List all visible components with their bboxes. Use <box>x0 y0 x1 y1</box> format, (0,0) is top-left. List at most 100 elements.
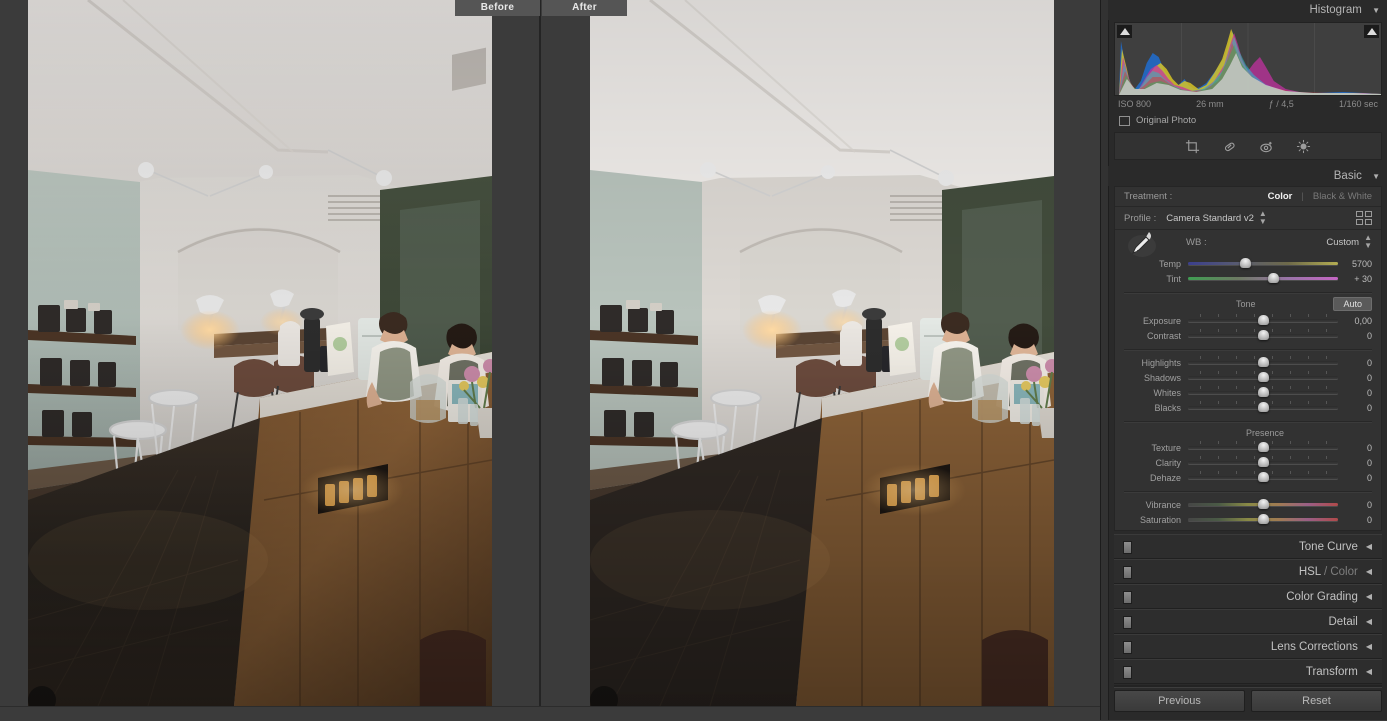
basic-panel: Treatment : Color | Black & White Profil… <box>1114 186 1382 531</box>
slider-clarity[interactable]: Clarity 0 <box>1115 455 1381 470</box>
slider-exposure[interactable]: Exposure 0,00 <box>1115 313 1381 328</box>
histogram-graph[interactable] <box>1114 22 1382 96</box>
slider-track[interactable] <box>1188 328 1338 343</box>
slider-label: Dehaze <box>1149 472 1181 483</box>
exif-aperture: ƒ / 4,5 <box>1268 99 1294 109</box>
panel-enable-switch[interactable] <box>1123 666 1132 679</box>
panel-tone-curve[interactable]: Tone Curve ◀ <box>1114 534 1382 559</box>
panel-title: Transform <box>1305 665 1358 678</box>
wb-value[interactable]: Custom <box>1326 237 1359 248</box>
auto-tone-button[interactable]: Auto <box>1333 296 1372 311</box>
spot-removal-tool-icon[interactable] <box>1222 139 1237 154</box>
before-after-divider[interactable] <box>539 0 541 706</box>
slider-contrast[interactable]: Contrast 0 <box>1115 328 1381 343</box>
slider-track[interactable] <box>1188 470 1338 485</box>
treatment-color-option[interactable]: Color <box>1268 191 1293 202</box>
original-photo-toggle[interactable]: Original Photo <box>1119 115 1387 126</box>
chevron-left-icon[interactable]: ◀ <box>1366 667 1372 676</box>
chevron-left-icon[interactable]: ◀ <box>1366 642 1372 651</box>
slider-value[interactable]: 5700 <box>1338 259 1372 269</box>
slider-value[interactable]: 0 <box>1338 458 1372 468</box>
tab-after[interactable]: After <box>542 0 627 16</box>
slider-tint[interactable]: Tint + 30 <box>1115 271 1381 286</box>
chevron-left-icon[interactable]: ◀ <box>1366 592 1372 601</box>
profile-label: Profile : <box>1124 212 1157 224</box>
slider-track[interactable] <box>1188 313 1338 328</box>
slider-vibrance[interactable]: Vibrance 0 <box>1115 497 1381 512</box>
original-photo-label: Original Photo <box>1136 115 1197 126</box>
slider-value[interactable]: 0 <box>1338 331 1372 341</box>
slider-value[interactable]: 0 <box>1338 373 1372 383</box>
panel-transform[interactable]: Transform ◀ <box>1114 659 1382 684</box>
presence-sliders-top: Texture 0 Clarity 0 Dehaze 0 <box>1115 440 1381 488</box>
after-photo[interactable] <box>590 0 1054 706</box>
slider-track[interactable] <box>1188 455 1338 470</box>
basic-header[interactable]: Basic ▼ <box>1108 166 1387 186</box>
profile-value[interactable]: Camera Standard v2 <box>1166 213 1254 224</box>
slider-track[interactable] <box>1188 370 1338 385</box>
slider-track[interactable] <box>1188 271 1338 286</box>
slider-dehaze[interactable]: Dehaze 0 <box>1115 470 1381 485</box>
panel-enable-switch[interactable] <box>1123 641 1132 654</box>
treatment-separator: | <box>1301 191 1304 202</box>
panel-detail[interactable]: Detail ◀ <box>1114 609 1382 634</box>
panel-lens-corrections[interactable]: Lens Corrections ◀ <box>1114 634 1382 659</box>
slider-track[interactable] <box>1188 497 1338 512</box>
chevron-left-icon[interactable]: ◀ <box>1366 542 1372 551</box>
crop-tool-icon[interactable] <box>1185 139 1200 154</box>
panel-title: Tone Curve <box>1299 540 1358 553</box>
before-photo[interactable] <box>28 0 492 706</box>
slider-value[interactable]: + 30 <box>1338 274 1372 284</box>
slider-value[interactable]: 0 <box>1338 473 1372 483</box>
tone-label: Tone <box>1235 298 1256 309</box>
exif-info: ISO 800 26 mm ƒ / 4,5 1/160 sec <box>1118 99 1378 109</box>
white-balance-selector-icon[interactable] <box>1125 226 1159 265</box>
slider-shadows[interactable]: Shadows 0 <box>1115 370 1381 385</box>
shadow-clipping-indicator[interactable] <box>1117 25 1132 38</box>
panel-color-grading[interactable]: Color Grading ◀ <box>1114 584 1382 609</box>
browse-profiles-icon[interactable] <box>1356 211 1372 225</box>
slider-saturation[interactable]: Saturation 0 <box>1115 512 1381 527</box>
chevron-down-icon[interactable]: ▼ <box>1372 1 1380 21</box>
chevron-down-icon[interactable]: ▼ <box>1372 167 1380 187</box>
chevron-left-icon[interactable]: ◀ <box>1366 567 1372 576</box>
panel-enable-switch[interactable] <box>1123 591 1132 604</box>
slider-track[interactable] <box>1188 385 1338 400</box>
slider-value[interactable]: 0 <box>1338 515 1372 525</box>
chevron-left-icon[interactable]: ◀ <box>1366 617 1372 626</box>
treatment-bw-option[interactable]: Black & White <box>1313 191 1372 202</box>
previous-button[interactable]: Previous <box>1114 690 1245 712</box>
slider-value[interactable]: 0 <box>1338 443 1372 453</box>
slider-value[interactable]: 0,00 <box>1338 316 1372 326</box>
slider-texture[interactable]: Texture 0 <box>1115 440 1381 455</box>
slider-track[interactable] <box>1188 512 1338 527</box>
slider-value[interactable]: 0 <box>1338 403 1372 413</box>
slider-highlights[interactable]: Highlights 0 <box>1115 355 1381 370</box>
masking-tool-icon[interactable] <box>1296 139 1311 154</box>
panel-hsl-color[interactable]: HSL / Color ◀ <box>1114 559 1382 584</box>
panel-enable-switch[interactable] <box>1123 541 1132 554</box>
slider-track[interactable] <box>1188 400 1338 415</box>
highlight-clipping-indicator[interactable] <box>1364 25 1379 38</box>
toolbar-strip <box>0 706 1100 721</box>
checkbox-icon[interactable] <box>1119 115 1130 126</box>
wb-stepper-icon[interactable]: ▲ ▼ <box>1364 234 1372 250</box>
right-panel: Histogram ▼ ISO 800 26 mm ƒ / 4,5 1/160 … <box>1100 0 1387 720</box>
slider-track[interactable] <box>1188 440 1338 455</box>
panel-enable-switch[interactable] <box>1123 566 1132 579</box>
slider-label: Highlights <box>1141 357 1181 368</box>
slider-blacks[interactable]: Blacks 0 <box>1115 400 1381 415</box>
slider-track[interactable] <box>1188 355 1338 370</box>
tab-before[interactable]: Before <box>455 0 540 16</box>
slider-value[interactable]: 0 <box>1338 388 1372 398</box>
reset-button[interactable]: Reset <box>1251 690 1382 712</box>
wb-label: WB : <box>1186 236 1207 248</box>
profile-stepper-icon[interactable]: ▲ ▼ <box>1259 210 1267 226</box>
slider-whites[interactable]: Whites 0 <box>1115 385 1381 400</box>
slider-track[interactable] <box>1188 256 1338 271</box>
slider-value[interactable]: 0 <box>1338 500 1372 510</box>
slider-value[interactable]: 0 <box>1338 358 1372 368</box>
red-eye-tool-icon[interactable] <box>1259 139 1274 154</box>
panel-enable-switch[interactable] <box>1123 616 1132 629</box>
histogram-header[interactable]: Histogram ▼ <box>1108 0 1387 20</box>
